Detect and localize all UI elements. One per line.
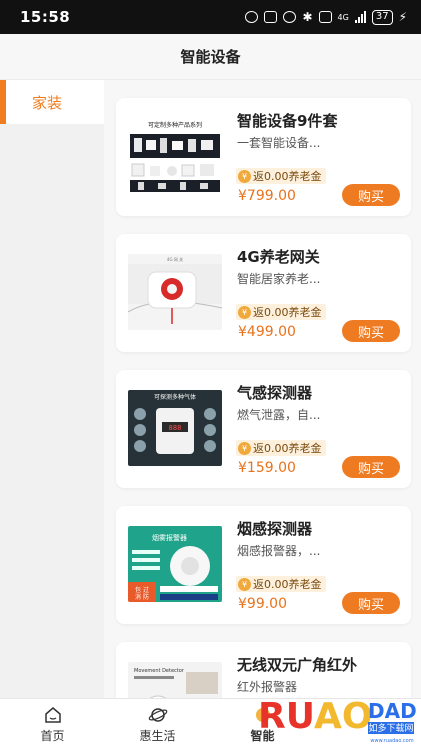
buy-button[interactable]: 购买 xyxy=(342,456,400,478)
sidebar-item-label: 家装 xyxy=(32,93,63,112)
battery-icon: 37 xyxy=(371,9,393,25)
bluetooth-icon: ✱ xyxy=(302,10,313,24)
product-card[interactable]: 烟雾报警器 包 过 消 防 烟感探测器 烟感报警器，... ¥ 返0.00养老金… xyxy=(116,506,411,624)
product-image: 烟雾报警器 包 过 消 防 xyxy=(128,526,222,602)
planet-icon xyxy=(148,706,168,724)
product-image: 可定制多种产品系列 xyxy=(128,118,222,194)
product-name: 智能设备9件套 xyxy=(237,112,338,130)
eye-comfort-icon xyxy=(245,11,259,23)
nfc-icon xyxy=(264,11,278,23)
product-image-caption: Movement Detector xyxy=(134,668,185,674)
rebate-text: 返0.00养老金 xyxy=(253,170,322,183)
product-name: 4G养老网关 xyxy=(237,248,320,266)
product-image: 可探测多种气体 888 xyxy=(128,390,222,466)
header: 智能设备 xyxy=(0,34,421,80)
product-image: 4G 网 关 xyxy=(128,254,222,330)
svg-text:4G 网 关: 4G 网 关 xyxy=(167,256,183,262)
product-description: 燃气泄露，自... xyxy=(237,408,321,422)
product-price: ¥499.00 xyxy=(238,324,296,340)
battery-level: 37 xyxy=(375,11,389,22)
product-price: ¥799.00 xyxy=(238,188,296,204)
alarm-icon xyxy=(283,11,297,23)
nav-item-life[interactable]: 惠生活 xyxy=(105,699,210,750)
coin-icon: ¥ xyxy=(238,169,251,183)
product-name: 烟感探测器 xyxy=(237,520,313,538)
rebate-text: 返0.00养老金 xyxy=(253,578,322,591)
nav-label: 惠生活 xyxy=(139,728,176,743)
svg-text:AO: AO xyxy=(314,696,372,737)
rebate-badge: ¥ 返0.00养老金 xyxy=(236,576,326,592)
watermark-logo: RU AO DADO 如多下载网 www.ruadao.com xyxy=(256,688,421,748)
svg-text:RU: RU xyxy=(258,696,315,737)
category-sidebar: 家装 xyxy=(0,80,104,698)
home-icon xyxy=(43,706,63,724)
signal-icon xyxy=(354,11,366,23)
product-card[interactable]: 4G 网 关 4G养老网关 智能居家养老... ¥ 返0.00养老金 ¥499.… xyxy=(116,234,411,352)
product-image-caption: 烟雾报警器 xyxy=(152,533,187,542)
rebate-text: 返0.00养老金 xyxy=(253,306,322,319)
page-title: 智能设备 xyxy=(180,48,241,66)
svg-text:DADO: DADO xyxy=(368,699,416,723)
product-description: 烟感报警器，... xyxy=(237,544,321,558)
rebate-badge: ¥ 返0.00养老金 xyxy=(236,304,326,320)
vibrate-icon xyxy=(318,11,332,23)
product-name: 无线双元广角红外 xyxy=(237,656,358,674)
charging-icon: ⚡ xyxy=(398,10,407,24)
svg-text:包 过: 包 过 xyxy=(135,586,149,594)
coin-icon: ¥ xyxy=(238,305,251,319)
product-price: ¥99.00 xyxy=(238,596,287,612)
coin-icon: ¥ xyxy=(238,441,251,455)
buy-button[interactable]: 购买 xyxy=(342,320,400,342)
product-card[interactable]: 可探测多种气体 888 气感探测器 燃气泄露，自... ¥ 返0.00养老金 ¥… xyxy=(116,370,411,488)
buy-button[interactable]: 购买 xyxy=(342,184,400,206)
rebate-text: 返0.00养老金 xyxy=(253,442,322,455)
buy-button[interactable]: 购买 xyxy=(342,592,400,614)
product-description: 智能居家养老... xyxy=(237,272,321,286)
product-image: Movement Detector xyxy=(128,662,222,698)
rebate-badge: ¥ 返0.00养老金 xyxy=(236,440,326,456)
watermark-url: www.ruadao.com xyxy=(370,738,413,744)
product-image-caption: 可探测多种气体 xyxy=(154,393,196,401)
rebate-badge: ¥ 返0.00养老金 xyxy=(236,168,326,184)
svg-text:消 防: 消 防 xyxy=(135,593,149,601)
status-icons: ✱ 4G 37 ⚡ xyxy=(245,9,407,25)
status-bar: 15:58 ✱ 4G 37 ⚡ xyxy=(0,0,421,34)
svg-text:888: 888 xyxy=(169,424,182,432)
product-description: 一套智能设备... xyxy=(237,136,321,150)
nav-label: 首页 xyxy=(40,728,65,743)
sidebar-item-home-decor[interactable]: 家装 xyxy=(0,80,104,124)
product-image-caption: 可定制多种产品系列 xyxy=(148,121,202,129)
network-type: 4G xyxy=(337,12,349,22)
product-name: 气感探测器 xyxy=(237,384,313,402)
watermark-tagline: 如多下载网 xyxy=(368,722,413,734)
coin-icon: ¥ xyxy=(238,577,251,591)
product-price: ¥159.00 xyxy=(238,460,296,476)
product-card[interactable]: 可定制多种产品系列 智能设备9件套 一套智能设备... ¥ 返0.00养老金 ¥… xyxy=(116,98,411,216)
product-list[interactable]: 可定制多种产品系列 智能设备9件套 一套智能设备... ¥ 返0.00养老金 ¥… xyxy=(104,80,421,698)
status-time: 15:58 xyxy=(20,8,71,26)
nav-item-home[interactable]: 首页 xyxy=(0,699,105,750)
